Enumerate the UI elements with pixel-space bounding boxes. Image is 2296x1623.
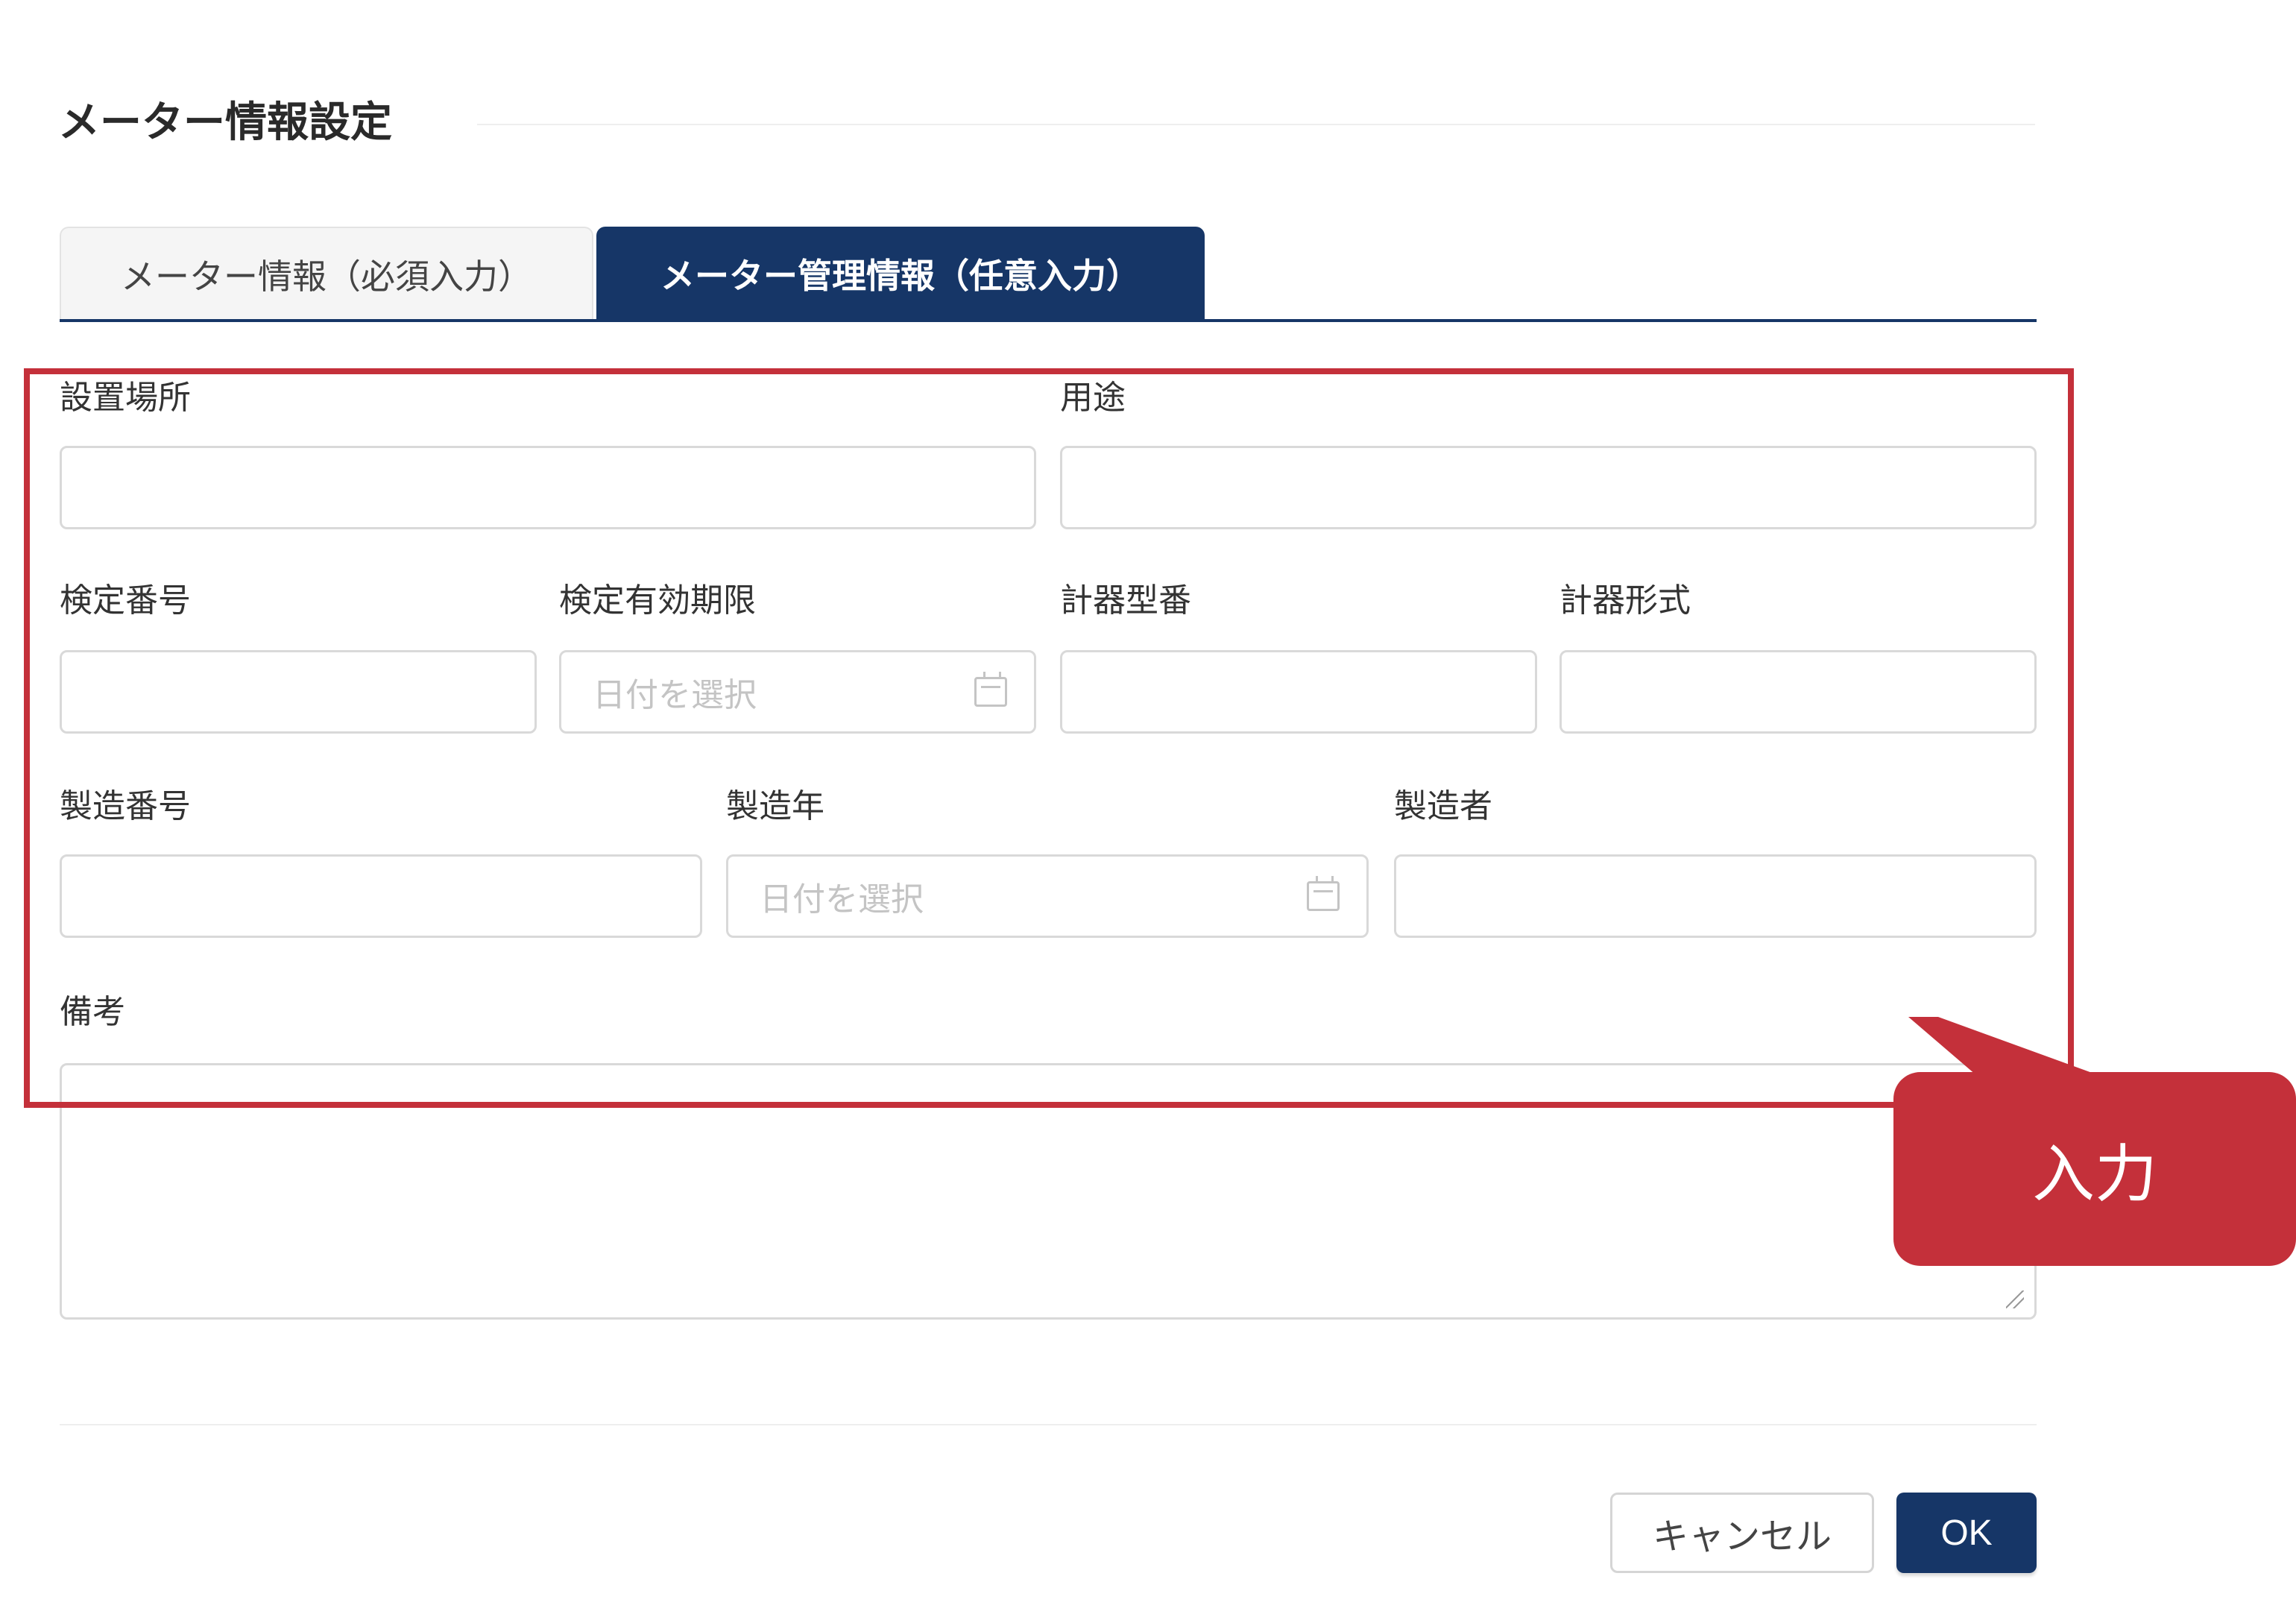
resize-handle-icon[interactable] bbox=[2006, 1290, 2024, 1308]
ok-button[interactable]: OK bbox=[1896, 1493, 2037, 1573]
annotation-callout: 入力 bbox=[1893, 1072, 2296, 1266]
tab-meter-info-required[interactable]: メーター情報（必須入力） bbox=[60, 227, 593, 321]
title-divider bbox=[477, 124, 2035, 125]
tab-label: メーター情報（必須入力） bbox=[121, 256, 532, 297]
tab-label: メーター管理情報（任意入力） bbox=[660, 256, 1141, 296]
tab-meter-management-info-optional[interactable]: メーター管理情報（任意入力） bbox=[596, 227, 1205, 321]
annotation-highlight-box bbox=[24, 368, 2074, 1108]
tabs-underline bbox=[60, 319, 2037, 322]
footer-divider bbox=[60, 1424, 2037, 1425]
page-title: メーター情報設定 bbox=[58, 98, 392, 147]
cancel-button[interactable]: キャンセル bbox=[1610, 1493, 1874, 1573]
callout-text: 入力 bbox=[2031, 1137, 2157, 1211]
